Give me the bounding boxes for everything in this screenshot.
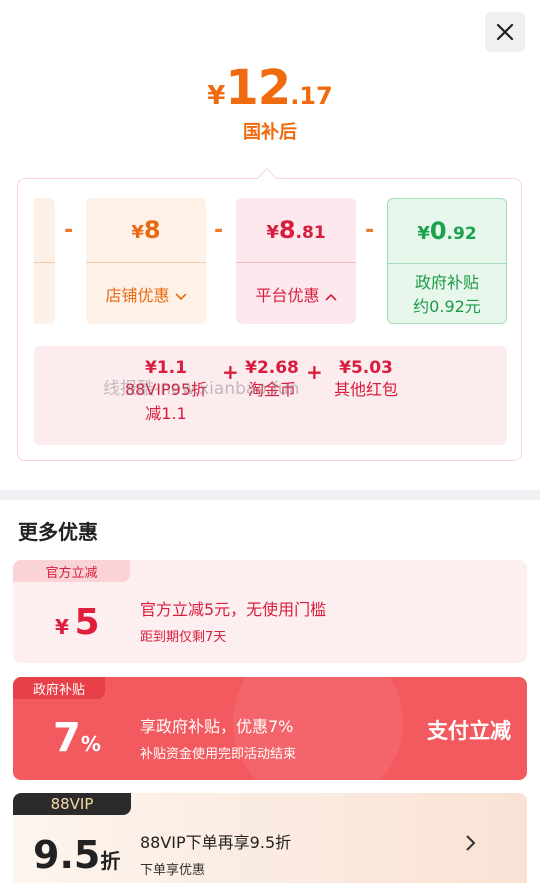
card-divider (34, 262, 55, 263)
offer-subtitle: 距到期仅剩7天 (140, 630, 227, 645)
offer-tag: 官方立减 (13, 560, 130, 582)
chevron-up-icon (324, 293, 337, 301)
offer-tag: 政府补贴 (13, 677, 105, 699)
pay-discount-button[interactable]: 支付立减 (427, 715, 511, 745)
offer-subtitle: 补贴资金使用完即活动结束 (140, 747, 297, 762)
platform-discount-label[interactable]: 平台优惠 (236, 282, 356, 306)
minus-sign: - (365, 218, 375, 243)
plus-sign: + (306, 360, 323, 384)
partial-discount-card[interactable] (34, 198, 55, 324)
offer-amount: 7% (53, 715, 101, 761)
gov-subsidy-offer[interactable]: 政府补贴 7% 享政府补贴，优惠7% 补贴资金使用完即活动结束 支付立减 (13, 677, 527, 780)
shop-discount-value: ¥8 (131, 216, 161, 244)
vip-offer[interactable]: 88VIP 9.5折 88VIP下单再享9.5折 下单享优惠 (13, 793, 527, 883)
offer-title: 享政府补贴，优惠7% (140, 717, 294, 736)
offer-tag: 88VIP (13, 793, 131, 815)
section-separator (0, 490, 540, 500)
platform-discount-value: ¥8.81 (266, 216, 326, 244)
more-offers-title: 更多优惠 (18, 520, 98, 544)
price-decimal: .17 (290, 82, 333, 110)
card-divider (86, 262, 206, 263)
card-divider (236, 262, 356, 263)
offer-title: 88VIP下单再享9.5折 (140, 833, 292, 852)
minus-sign: - (214, 218, 224, 243)
gov-subsidy-value: ¥0.92 (417, 217, 477, 245)
chevron-down-icon (174, 292, 187, 300)
card-divider (388, 263, 506, 264)
shop-discount-label[interactable]: 店铺优惠 (86, 282, 206, 306)
watermark: 线报酷-new.xianbao.fun (103, 379, 300, 399)
price-label: 国补后 (243, 122, 297, 143)
price-symbol: ¥ (207, 81, 226, 111)
gov-subsidy-card[interactable]: ¥0.92 政府补贴 约0.92元 (387, 198, 507, 324)
offer-amount: ¥ 5 (55, 602, 100, 643)
offer-amount: 9.5折 (33, 833, 121, 877)
gov-subsidy-label: 政府补贴 约0.92元 (413, 273, 481, 316)
minus-sign: - (64, 218, 74, 243)
platform-discount-card[interactable]: ¥8.81 平台优惠 (236, 198, 356, 324)
offer-title: 官方立减5元，无使用门槛 (140, 600, 327, 619)
price-integer: 12 (225, 60, 291, 116)
chevron-right-icon[interactable] (465, 833, 477, 857)
close-button[interactable] (485, 12, 525, 52)
final-price: ¥12.17 (0, 60, 540, 116)
shop-discount-card[interactable]: ¥8 店铺优惠 (86, 198, 206, 324)
official-discount-offer[interactable]: 官方立减 ¥ 5 官方立减5元，无使用门槛 距到期仅剩7天 (13, 560, 527, 663)
other-redpacket-item: ¥5.03 其他红包 (333, 358, 398, 399)
offer-subtitle: 下单享优惠 (140, 863, 206, 878)
close-icon (496, 23, 514, 41)
